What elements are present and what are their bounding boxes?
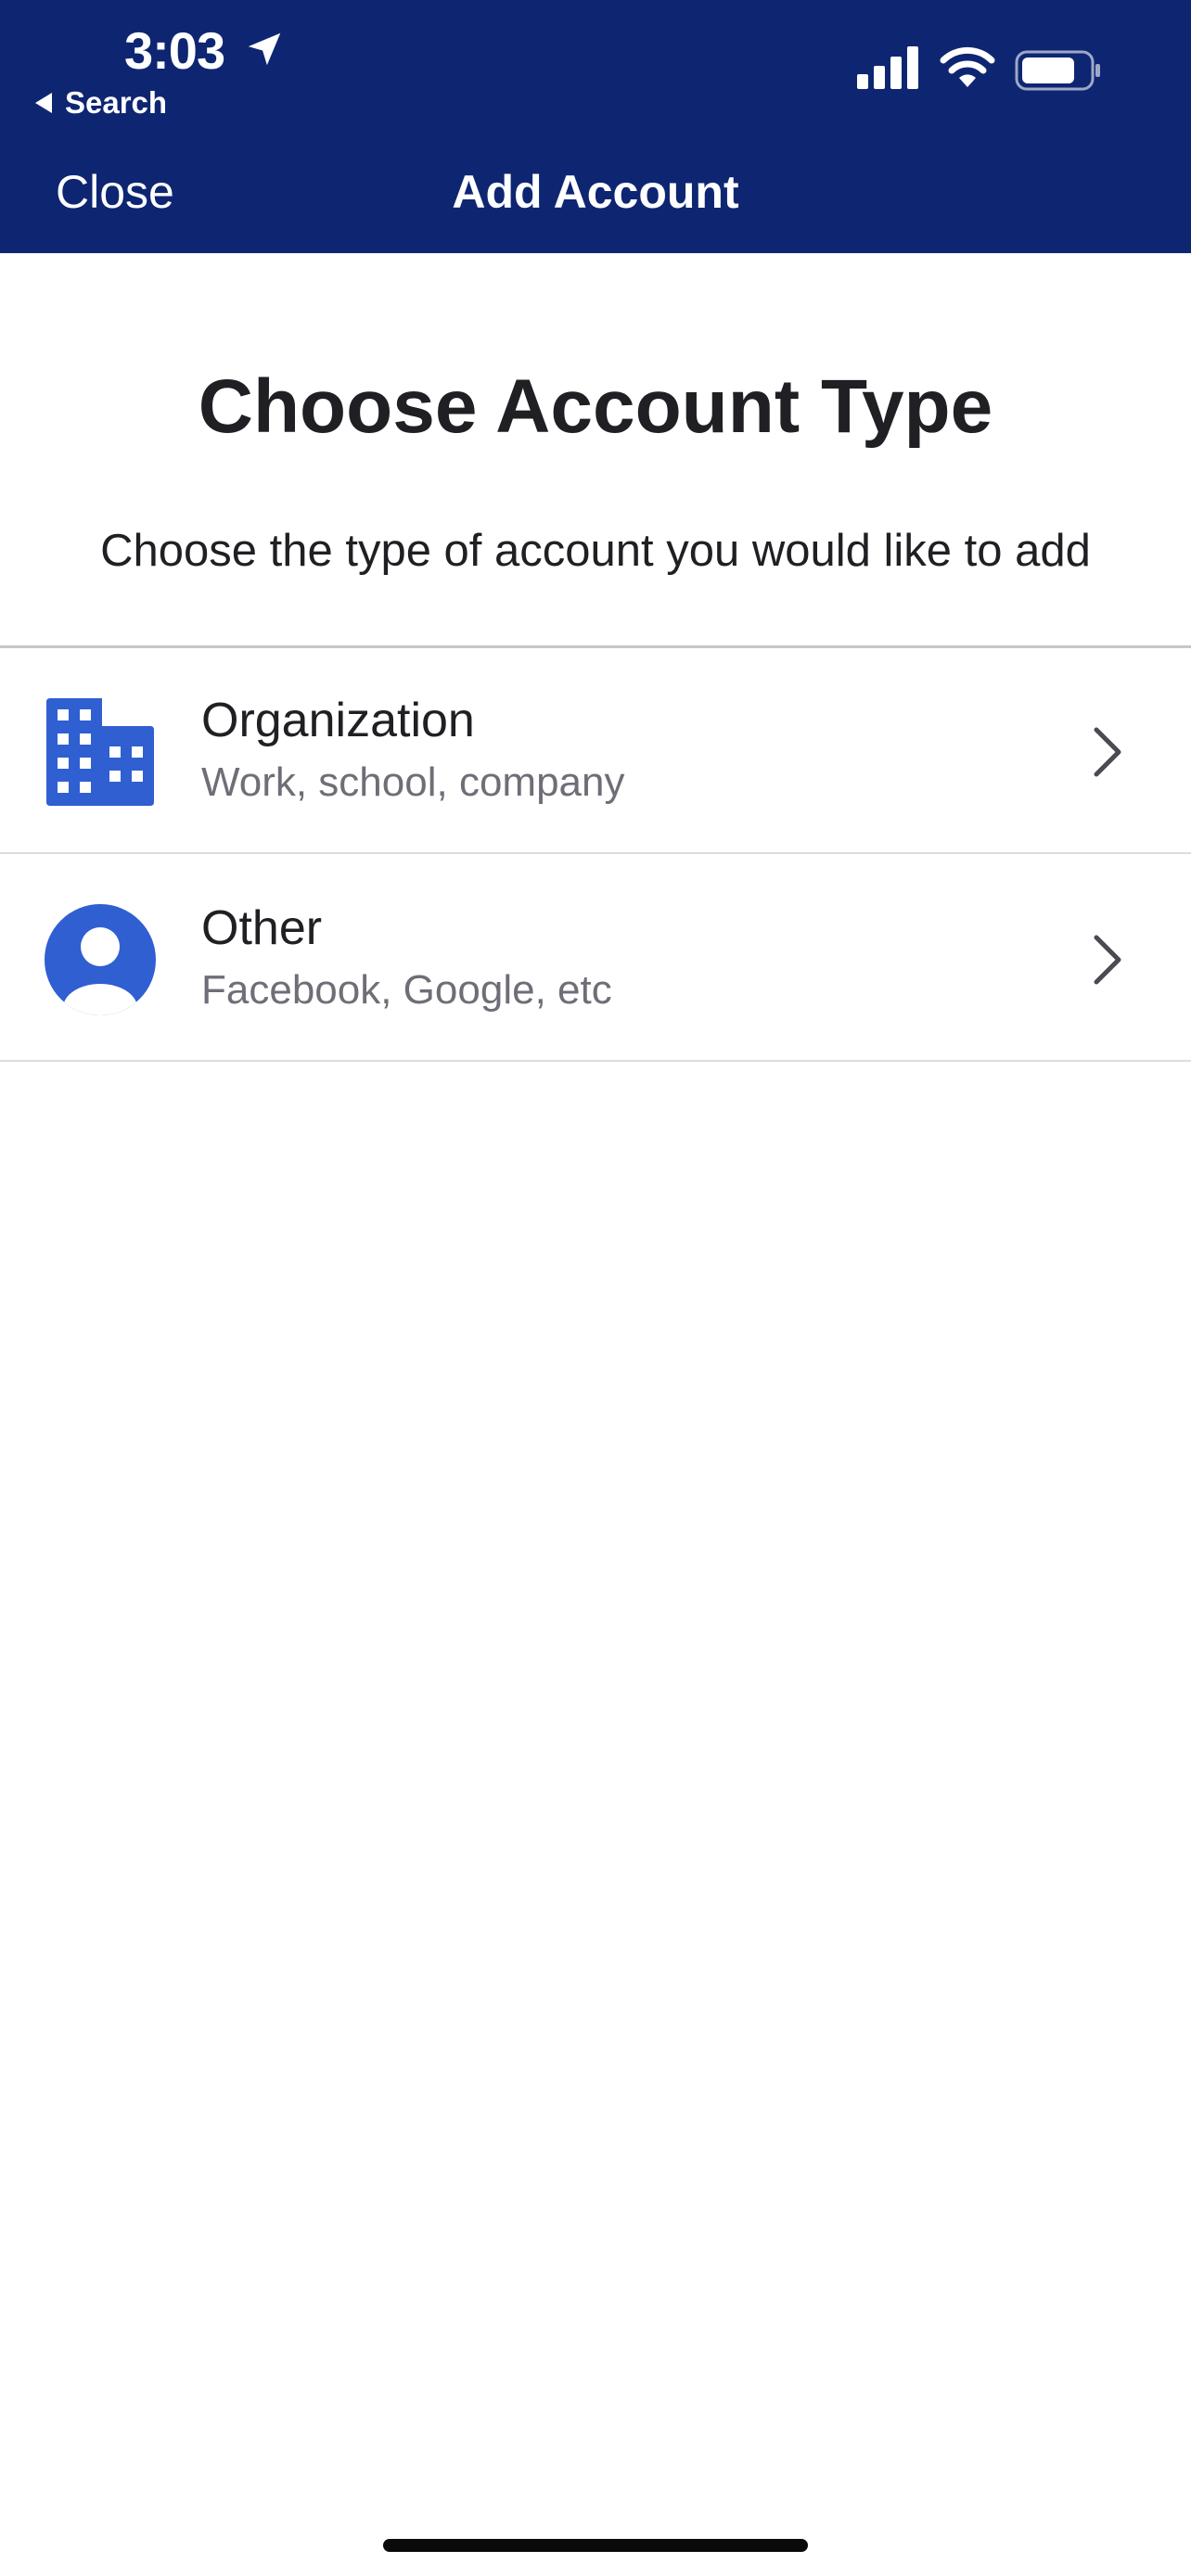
back-to-search-label: Search xyxy=(65,85,168,120)
option-title: Other xyxy=(201,901,323,955)
back-caret-icon xyxy=(35,93,52,113)
cellular-signal-icon xyxy=(857,46,918,89)
chevron-right-icon xyxy=(1094,727,1121,777)
option-title: Organization xyxy=(201,694,475,747)
option-subtitle: Facebook, Google, etc xyxy=(201,967,612,1013)
nav-title: Add Account xyxy=(452,166,739,218)
nav-title-wrap: Add Account xyxy=(0,165,1191,219)
close-button[interactable]: Close xyxy=(56,165,174,219)
option-organization[interactable]: Organization Work, school, company xyxy=(0,648,1191,854)
page-title: Choose Account Type xyxy=(198,364,993,449)
option-subtitle: Work, school, company xyxy=(201,759,625,805)
back-to-search-button[interactable]: Search xyxy=(35,85,167,121)
page-subtitle: Choose the type of account you would lik… xyxy=(100,526,1091,576)
battery-icon xyxy=(1015,50,1100,91)
home-indicator[interactable] xyxy=(383,2539,808,2552)
person-icon xyxy=(45,904,156,1015)
building-icon xyxy=(46,698,154,806)
option-other[interactable]: Other Facebook, Google, etc xyxy=(0,856,1191,1062)
app-header: 3:03 Search Close Add Account xyxy=(0,0,1191,253)
chevron-right-icon xyxy=(1094,935,1121,985)
location-arrow-icon xyxy=(248,32,281,66)
wifi-icon xyxy=(940,46,995,87)
status-time: 3:03 xyxy=(124,21,225,80)
